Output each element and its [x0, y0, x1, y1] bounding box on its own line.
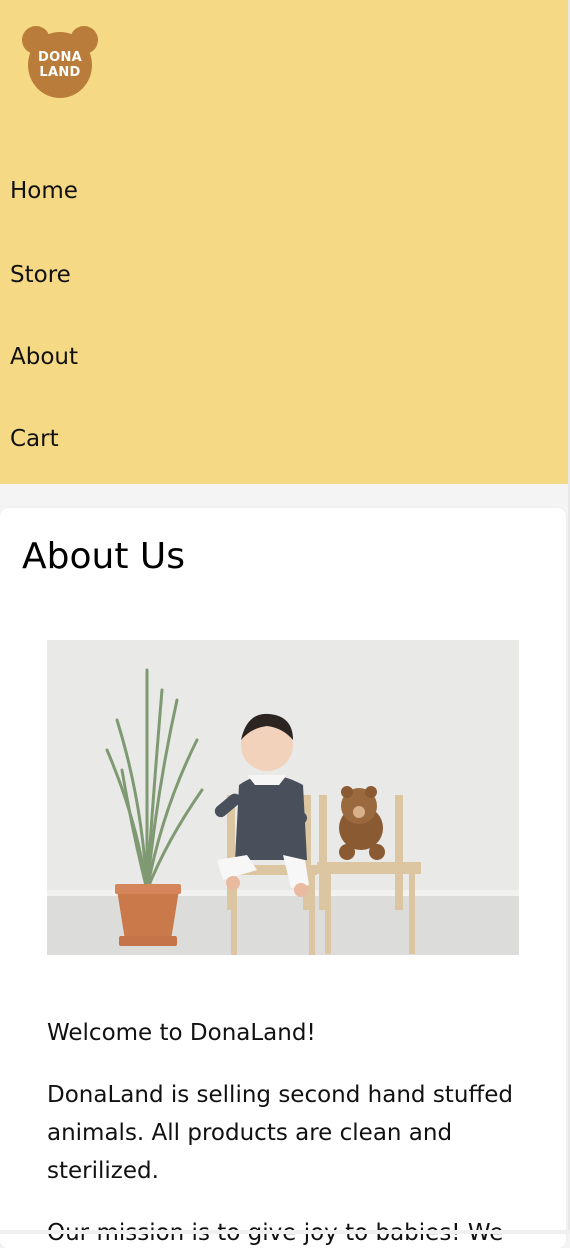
page-title: About Us [22, 536, 185, 577]
about-paragraph-1: DonaLand is selling second hand stuffed … [47, 1082, 513, 1184]
nav-item-about[interactable]: About [10, 344, 78, 370]
nav-item-store[interactable]: Store [10, 262, 71, 288]
nav-item-cart[interactable]: Cart [10, 426, 59, 452]
baby-with-teddy-bear-image [47, 640, 519, 955]
about-card: About Us Welcome to DonaLand! DonaLand i… [0, 508, 566, 1248]
bottom-divider [0, 1230, 570, 1234]
logo-text-line1: DONA [38, 50, 82, 65]
welcome-text: Welcome to DonaLand! [47, 1020, 316, 1046]
nav-item-home[interactable]: Home [10, 178, 78, 204]
about-photo [47, 640, 519, 955]
logo-face: DONA LAND [28, 32, 92, 98]
logo-text-line2: LAND [39, 65, 81, 80]
donaland-logo[interactable]: DONA LAND [20, 22, 100, 100]
site-header: DONA LAND Home Store About Cart [0, 0, 570, 484]
